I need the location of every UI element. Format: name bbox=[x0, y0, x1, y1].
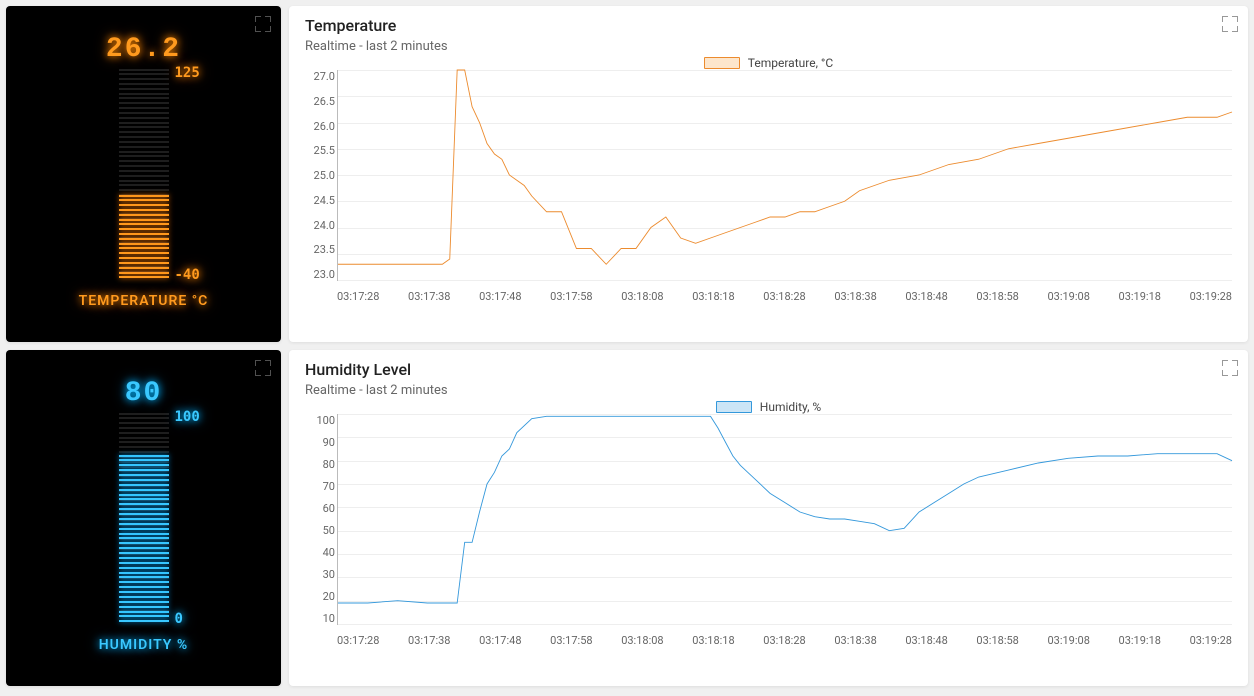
temperature-label: TEMPERATURE °C bbox=[79, 293, 209, 309]
temperature-min: -40 bbox=[175, 267, 200, 283]
expand-icon[interactable] bbox=[255, 360, 271, 376]
expand-icon[interactable] bbox=[255, 16, 271, 32]
humidity-label: HUMIDITY % bbox=[99, 637, 188, 653]
temperature-max: 125 bbox=[175, 65, 200, 81]
humidity-bar: 100 0 bbox=[119, 413, 169, 623]
humidity-max: 100 bbox=[175, 409, 200, 425]
humidity-chart: 10090807060504030201003:17:2803:17:3803:… bbox=[289, 414, 1248, 649]
chart-legend: Humidity, % bbox=[305, 400, 1232, 414]
expand-icon[interactable] bbox=[1222, 360, 1238, 376]
expand-icon[interactable] bbox=[1222, 16, 1238, 32]
temperature-gauge: 26.2 125 -40 TEMPERATURE °C bbox=[6, 6, 281, 342]
humidity-value: 80 bbox=[125, 378, 163, 409]
temperature-gauge-panel: 26.2 125 -40 TEMPERATURE °C bbox=[6, 6, 281, 342]
chart-legend: Temperature, °C bbox=[305, 56, 1232, 70]
temperature-value: 26.2 bbox=[106, 34, 181, 65]
humidity-min: 0 bbox=[175, 611, 183, 627]
legend-label: Humidity, % bbox=[760, 400, 821, 414]
dashboard-grid: 26.2 125 -40 TEMPERATURE °C Temperature … bbox=[6, 6, 1248, 686]
legend-label: Temperature, °C bbox=[748, 56, 833, 70]
temperature-chart-panel: Temperature Realtime - last 2 minutes Te… bbox=[289, 6, 1248, 342]
temperature-chart: 27.026.526.025.525.024.524.023.523.003:1… bbox=[289, 70, 1248, 305]
chart-title: Temperature bbox=[305, 16, 1232, 35]
chart-subtitle: Realtime - last 2 minutes bbox=[305, 383, 1232, 398]
legend-swatch bbox=[716, 401, 752, 413]
chart-subtitle: Realtime - last 2 minutes bbox=[305, 39, 1232, 54]
humidity-gauge-panel: 80 100 0 HUMIDITY % bbox=[6, 350, 281, 686]
humidity-gauge: 80 100 0 HUMIDITY % bbox=[6, 350, 281, 686]
humidity-chart-panel: Humidity Level Realtime - last 2 minutes… bbox=[289, 350, 1248, 686]
legend-swatch bbox=[704, 57, 740, 69]
chart-title: Humidity Level bbox=[305, 360, 1232, 379]
temperature-bar: 125 -40 bbox=[119, 69, 169, 279]
